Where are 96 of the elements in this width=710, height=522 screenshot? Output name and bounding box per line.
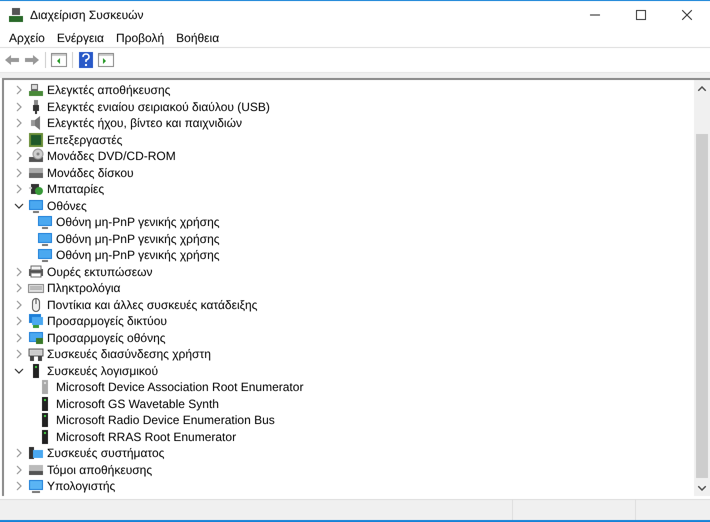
help-button[interactable] (77, 51, 95, 69)
tree-item-label: Οθόνη μη-PnP γενικής χρήσης (56, 215, 220, 230)
tree-item-label: Ποντίκια και άλλες συσκευές κατάδειξης (47, 298, 258, 312)
maximize-icon[interactable] (636, 10, 646, 20)
expand-chevron-icon[interactable] (14, 168, 24, 178)
expand-chevron-icon[interactable] (14, 448, 24, 458)
device-category-icon (28, 445, 44, 462)
device-manager-icon (8, 7, 24, 23)
expand-chevron-icon[interactable] (14, 481, 24, 492)
tree-item[interactable]: Συσκευές λογισμικού (4, 362, 694, 379)
tree-item[interactable]: Επεξεργαστές (4, 132, 694, 148)
tree-item-label: Υπολογιστής (47, 479, 116, 494)
expand-chevron-icon[interactable] (14, 184, 24, 194)
tree-item-label: Πληκτρολόγια (47, 281, 120, 296)
expand-chevron-icon[interactable] (14, 134, 24, 145)
tree-item-label: Ελεγκτές αποθήκευσης (47, 83, 170, 98)
expand-chevron-icon[interactable] (14, 464, 24, 475)
tree-item[interactable]: Microsoft GS Wavetable Synth (4, 396, 694, 412)
tree-item[interactable]: Υπολογιστής (4, 478, 694, 494)
scroll-down-icon[interactable] (698, 486, 706, 490)
tree-item[interactable]: Οθόνη μη-PnP γενικής χρήσης (4, 214, 694, 230)
device-category-icon (28, 313, 44, 330)
tree-item-label: Συσκευές συστήματος (47, 446, 164, 460)
tree-item-label: Προσαρμογείς οθόνης (47, 330, 166, 345)
tree-item[interactable]: Οθόνη μη-PnP γενικής χρήσης (4, 230, 694, 247)
menu-item[interactable]: Αρχείο (3, 31, 51, 45)
tree-item[interactable]: Ελεγκτές αποθήκευσης (4, 82, 694, 98)
expand-chevron-icon[interactable] (14, 266, 24, 277)
tree-item-label: Συσκευές διασύνδεσης χρήστη (47, 347, 211, 362)
expand-chevron-icon[interactable] (14, 283, 24, 294)
expand-chevron-icon[interactable] (14, 332, 24, 343)
window-title: Διαχείριση Συσκευών (30, 8, 145, 22)
device-category-icon (28, 330, 44, 346)
tree-item-label: Συσκευές λογισμικού (47, 364, 158, 378)
tree-item[interactable]: Τόμοι αποθήκευσης (4, 462, 694, 478)
tree-item[interactable]: Οθόνες (4, 198, 694, 214)
device-category-icon (28, 148, 44, 164)
tree-item[interactable]: Ελεγκτές ήχου, βίντεο και παιχνιδιών (4, 115, 694, 132)
device-category-icon (28, 132, 44, 148)
expand-chevron-icon[interactable] (14, 349, 24, 360)
tree-item-label: Microsoft GS Wavetable Synth (56, 396, 219, 411)
expand-chevron-icon[interactable] (14, 316, 24, 326)
tree-item[interactable]: Οθόνη μη-PnP γενικής χρήσης (4, 247, 694, 264)
device-icon (37, 230, 53, 247)
expand-chevron-icon[interactable] (14, 118, 24, 128)
tree-item[interactable]: Προσαρμογείς οθόνης (4, 330, 694, 346)
expand-chevron-icon[interactable] (14, 85, 24, 96)
tree-item-label: Οθόνη μη-PnP γενικής χρήσης (56, 248, 220, 262)
tree-item-label: Μπαταρίες (47, 182, 104, 196)
tree-item-label: Τόμοι αποθήκευσης (47, 462, 152, 477)
tree-item-label: Microsoft Radio Device Enumeration Bus (56, 413, 275, 428)
tree-item-label: Οθόνες (47, 198, 87, 213)
scroll-thumb[interactable] (696, 134, 708, 478)
tree-item[interactable]: Microsoft Radio Device Enumeration Bus (4, 412, 694, 428)
tree-item-label: Προσαρμογείς δικτύου (47, 314, 167, 328)
menu-item[interactable]: Προβολή (110, 31, 170, 45)
tree-item[interactable]: Ποντίκια και άλλες συσκευές κατάδειξης (4, 296, 694, 313)
tree-item-label: Microsoft Device Association Root Enumerator (56, 380, 304, 394)
tree-item[interactable]: Συσκευές συστήματος (4, 445, 694, 462)
tree-item[interactable]: Microsoft RRAS Root Enumerator (4, 428, 694, 445)
tree-item-label: Ελεγκτές ενιαίου σειριακού διαύλου (USB) (47, 100, 270, 114)
tree-item-label: Μονάδες DVD/CD-ROM (47, 149, 176, 164)
menu-item[interactable]: Βοήθεια (170, 31, 226, 45)
scroll-up-icon[interactable] (698, 86, 706, 90)
close-icon[interactable] (682, 10, 692, 20)
tree-item-label: Ουρές εκτυπώσεων (47, 264, 152, 279)
tree-item-label: Μονάδες δίσκου (47, 166, 134, 180)
expand-chevron-icon[interactable] (14, 102, 24, 112)
device-icon (37, 247, 53, 264)
tree-item-label: Επεξεργαστές (47, 132, 122, 147)
action-pane-button[interactable] (97, 51, 115, 69)
tree-item[interactable]: Ουρές εκτυπώσεων (4, 264, 694, 280)
device-category-icon (28, 82, 44, 98)
tree-item[interactable]: Προσαρμογείς δικτύου (4, 313, 694, 330)
tree-item[interactable]: Μονάδες δίσκου (4, 164, 694, 181)
tree-item[interactable]: Συσκευές διασύνδεσης χρήστη (4, 346, 694, 362)
device-icon (37, 214, 53, 230)
tree-item[interactable]: Μονάδες DVD/CD-ROM (4, 148, 694, 164)
tree-item-label: Microsoft RRAS Root Enumerator (56, 430, 236, 444)
device-category-icon (28, 198, 44, 214)
device-category-icon (28, 264, 44, 280)
scrollbar[interactable] (694, 80, 710, 496)
collapse-chevron-icon[interactable] (14, 366, 24, 376)
expand-chevron-icon[interactable] (14, 151, 24, 162)
collapse-chevron-icon[interactable] (14, 200, 24, 211)
tree-item-label: Οθόνη μη-PnP γενικής χρήσης (56, 232, 220, 246)
console-tree-button[interactable] (50, 51, 68, 69)
device-category-icon (28, 478, 44, 494)
tree-item[interactable]: Ελεγκτές ενιαίου σειριακού διαύλου (USB) (4, 98, 694, 115)
tree-item[interactable]: Μπαταρίες (4, 181, 694, 198)
tree-item[interactable]: Πληκτρολόγια (4, 280, 694, 296)
menu-item[interactable]: Ενέργεια (50, 31, 110, 45)
device-category-icon (28, 181, 44, 198)
device-category-icon (28, 346, 44, 362)
expand-chevron-icon[interactable] (14, 300, 24, 310)
tree-item-label: Ελεγκτές ήχου, βίντεο και παιχνιδιών (47, 116, 242, 130)
